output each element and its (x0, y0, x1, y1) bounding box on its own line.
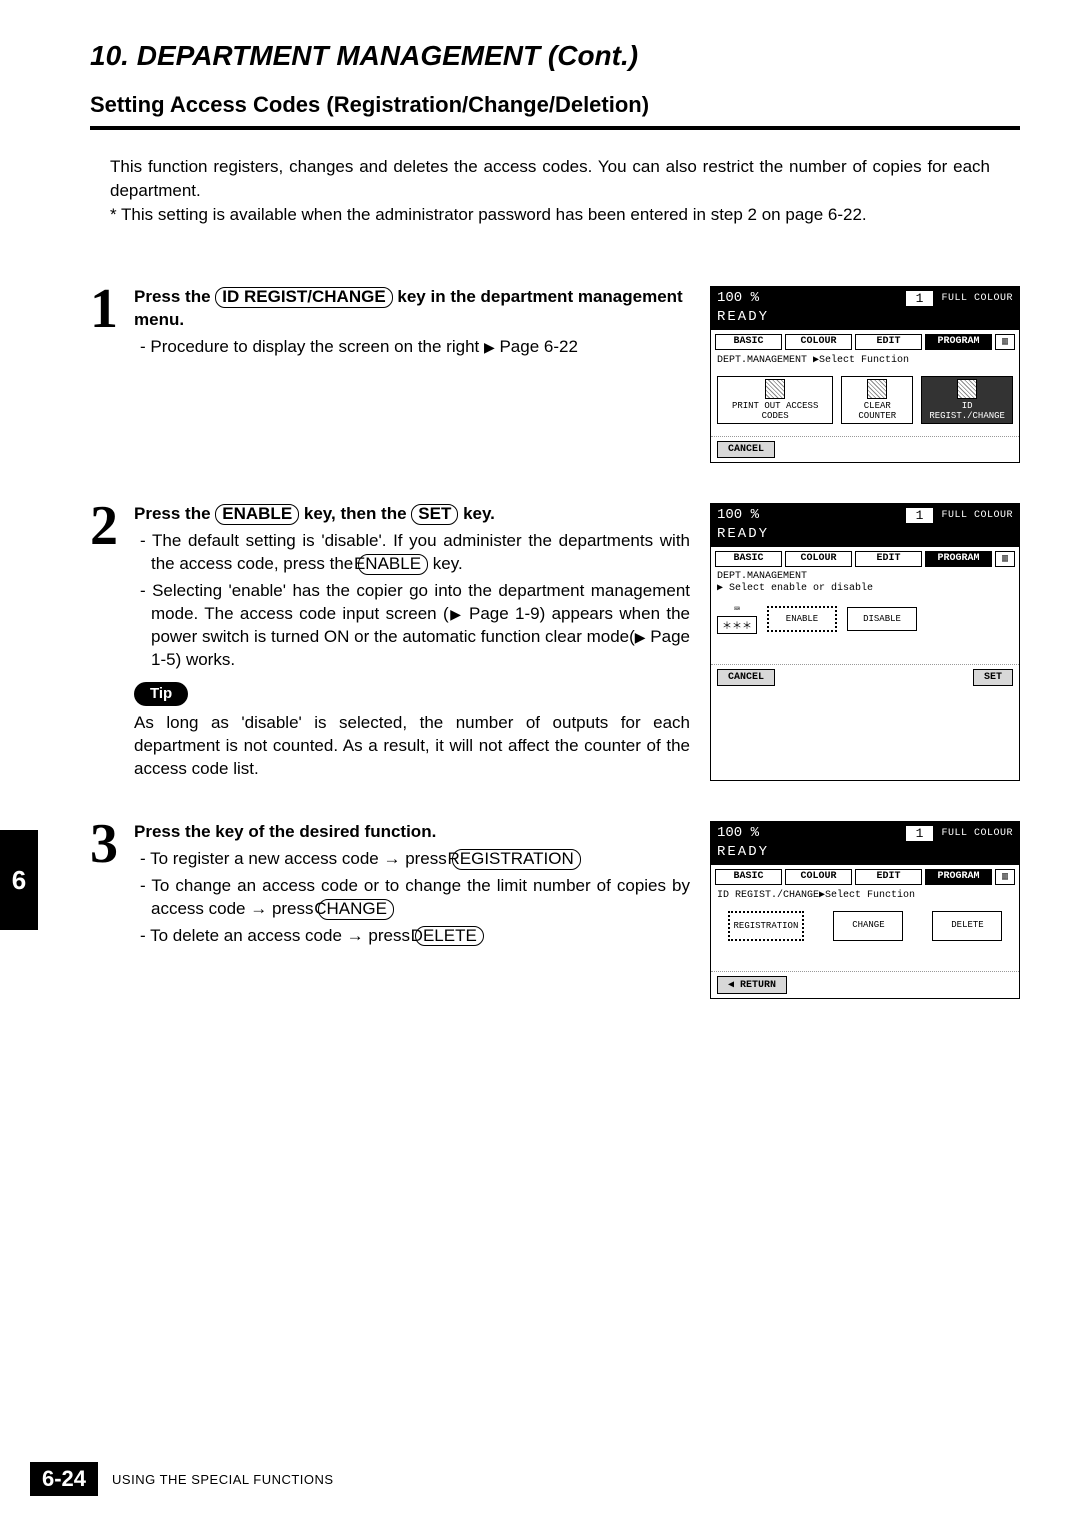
enable-key: ENABLE (215, 504, 299, 525)
arrow-icon: ▶ (484, 339, 495, 355)
tip-text: As long as 'disable' is selected, the nu… (134, 712, 690, 781)
return-button[interactable]: RETURN (717, 976, 787, 994)
id-regist-change-key: ID REGIST/CHANGE (215, 287, 392, 308)
screen-1: 100 %1FULL COLOUR READY BASIC COLOUR EDI… (710, 286, 1020, 463)
key-symbol: ⌨＊＊＊ (717, 604, 757, 634)
print-icon (765, 379, 785, 399)
clear-counter-button[interactable]: CLEAR COUNTER (841, 376, 913, 424)
tab-extra-icon[interactable]: ▥ (995, 869, 1015, 885)
tab-colour[interactable]: COLOUR (785, 551, 852, 567)
enable-button[interactable]: ENABLE (767, 606, 837, 632)
tab-colour[interactable]: COLOUR (785, 869, 852, 885)
set-key: SET (411, 504, 458, 525)
page-subtitle: Setting Access Codes (Registration/Chang… (90, 92, 1020, 118)
tab-extra-icon[interactable]: ▥ (995, 551, 1015, 567)
cancel-button[interactable]: CANCEL (717, 669, 775, 686)
step-number: 3 (90, 821, 134, 999)
delete-button[interactable]: DELETE (932, 911, 1002, 941)
tab-program[interactable]: PROGRAM (925, 869, 992, 885)
breadcrumb: DEPT.MANAGEMENT ▶Select Function (711, 352, 1019, 368)
delete-key: DELETE (415, 926, 484, 947)
disable-button[interactable]: DISABLE (847, 607, 917, 631)
tab-edit[interactable]: EDIT (855, 551, 922, 567)
tab-edit[interactable]: EDIT (855, 869, 922, 885)
id-regist-change-button[interactable]: ID REGIST./CHANGE (921, 376, 1013, 424)
breadcrumb: DEPT.MANAGEMENT ▶ Select enable or disab… (711, 569, 1019, 596)
footer-text: USING THE SPECIAL FUNCTIONS (112, 1472, 334, 1487)
step-number: 1 (90, 286, 134, 463)
counter-icon (867, 379, 887, 399)
registration-key: REGISTRATION (452, 849, 581, 870)
tab-colour[interactable]: COLOUR (785, 334, 852, 350)
change-key: CHANGE (318, 899, 394, 920)
page-number: 6-24 (30, 1462, 98, 1496)
tab-basic[interactable]: BASIC (715, 869, 782, 885)
change-button[interactable]: CHANGE (833, 911, 903, 941)
step-3: 3 Press the key of the desired function.… (90, 821, 1020, 999)
chapter-tab: 6 (0, 830, 38, 930)
section-title: 10. DEPARTMENT MANAGEMENT (Cont.) (90, 40, 1020, 72)
page-footer: 6-24 USING THE SPECIAL FUNCTIONS (30, 1462, 334, 1496)
tab-basic[interactable]: BASIC (715, 551, 782, 567)
tip-badge: Tip (134, 682, 188, 706)
tab-program[interactable]: PROGRAM (925, 334, 992, 350)
registration-button[interactable]: REGISTRATION (728, 911, 805, 941)
set-button[interactable]: SET (973, 669, 1013, 686)
step-number: 2 (90, 503, 134, 781)
arrow-icon: ▶ (449, 606, 463, 622)
tab-edit[interactable]: EDIT (855, 334, 922, 350)
breadcrumb: ID REGIST./CHANGE▶Select Function (711, 887, 1019, 903)
regist-icon (957, 379, 977, 399)
intro-text: This function registers, changes and del… (110, 155, 990, 226)
cancel-button[interactable]: CANCEL (717, 441, 775, 458)
tab-extra-icon[interactable]: ▥ (995, 334, 1015, 350)
print-out-access-codes-button[interactable]: PRINT OUT ACCESS CODES (717, 376, 833, 424)
step-2: 2 Press the ENABLE key, then the SET key… (90, 503, 1020, 781)
divider (90, 126, 1020, 130)
tab-basic[interactable]: BASIC (715, 334, 782, 350)
screen-3: 100 %1FULL COLOUR READY BASIC COLOUR EDI… (710, 821, 1020, 999)
enable-key-inline: ENABLE (358, 554, 428, 575)
arrow-icon: ▶ (635, 629, 646, 645)
screen-2: 100 %1FULL COLOUR READY BASIC COLOUR EDI… (710, 503, 1020, 781)
tab-program[interactable]: PROGRAM (925, 551, 992, 567)
step-1: 1 Press the ID REGIST/CHANGE key in the … (90, 286, 1020, 463)
